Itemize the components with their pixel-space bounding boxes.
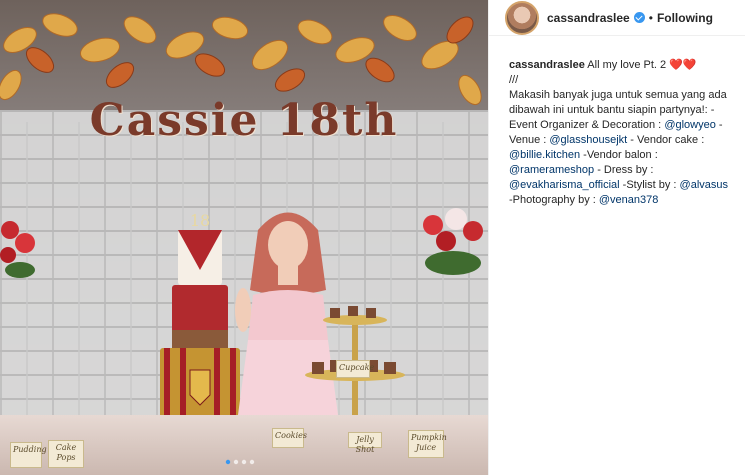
avatar[interactable] bbox=[505, 0, 539, 35]
caption-text: All my love Pt. 2 bbox=[587, 59, 667, 71]
card-pudding: Pudding bbox=[10, 442, 47, 468]
card-cake-pops: Cake Pops bbox=[48, 440, 84, 468]
post-caption: cassandraslee All my love Pt. 2 ❤️❤️ ///… bbox=[489, 36, 745, 208]
heart-emoji-icon: ❤️❤️ bbox=[669, 59, 697, 71]
caption-divider: /// bbox=[509, 74, 519, 86]
following-button[interactable]: Following bbox=[657, 11, 713, 25]
caption-stylist: -Stylist by : bbox=[619, 179, 680, 191]
cake-topper-number: 18 bbox=[190, 211, 210, 230]
mention-billie-kitchen[interactable]: @billie.kitchen bbox=[509, 149, 580, 161]
card-cupcake: Cupcake bbox=[336, 360, 374, 378]
mention-ramerameshop[interactable]: @ramerameshop bbox=[509, 164, 594, 176]
verified-badge-icon bbox=[633, 12, 645, 23]
carousel-dots bbox=[225, 459, 255, 465]
caption-vendor-cake: - Vendor cake : bbox=[627, 134, 705, 146]
header-separator: • bbox=[648, 10, 653, 25]
mention-evakharisma[interactable]: @evakharisma_official bbox=[509, 179, 620, 191]
flower-arrangement-left bbox=[0, 221, 35, 278]
card-jelly-shot: Jelly Shot bbox=[348, 432, 382, 454]
card-pumpkin-juice: Pumpkin Juice bbox=[408, 430, 447, 458]
mention-alvasus[interactable]: @alvasus bbox=[680, 179, 728, 191]
caption-dress: - Dress by : bbox=[594, 164, 654, 176]
caption-vendor-balon: -Vendor balon : bbox=[580, 149, 658, 161]
flower-arrangement-right bbox=[423, 208, 483, 275]
mention-venan378[interactable]: @venan378 bbox=[599, 194, 659, 206]
caption-photography: -Photography by : bbox=[509, 194, 599, 206]
caption-username[interactable]: cassandraslee bbox=[509, 59, 585, 71]
header-username[interactable]: cassandraslee bbox=[547, 11, 630, 25]
mention-glasshousejkt[interactable]: @glasshousejkt bbox=[549, 134, 627, 146]
mention-glowyeo[interactable]: @glowyeo bbox=[664, 119, 716, 131]
post-photo[interactable]: Cassie 18th 18 Cupcake Cookies Jelly Sho… bbox=[0, 0, 488, 475]
post-side-panel: cassandraslee • Following cassandraslee … bbox=[488, 0, 745, 475]
post-header: cassandraslee • Following bbox=[489, 0, 745, 36]
card-cookies: Cookies bbox=[272, 428, 307, 448]
banner-text: Cassie 18th bbox=[89, 95, 399, 146]
